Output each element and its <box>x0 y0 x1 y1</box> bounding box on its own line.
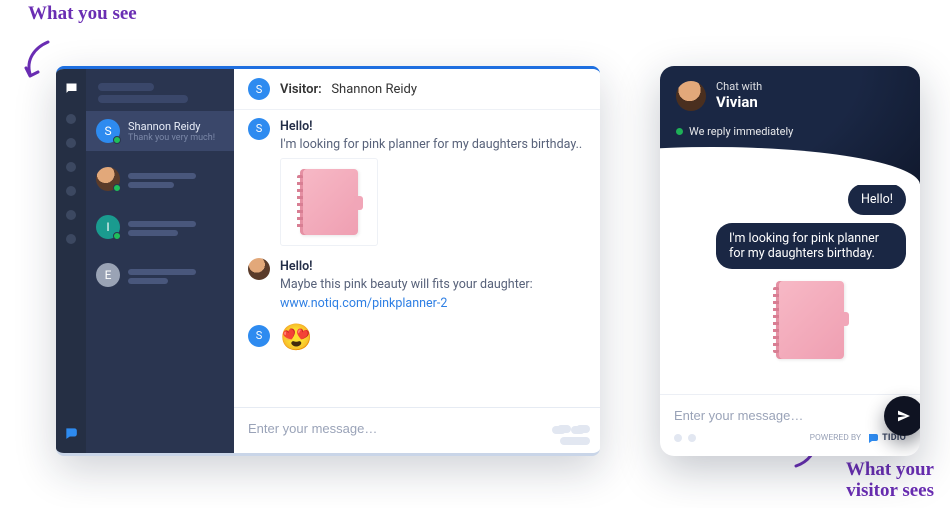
conversation-item-active[interactable]: S Shannon Reidy Thank you very much! <box>86 111 234 151</box>
message-visitor: S 😍 <box>248 325 586 352</box>
avatar: S <box>248 118 270 140</box>
tidio-logo-icon <box>64 426 78 443</box>
message-operator: Hello! Maybe this pink beauty will fits … <box>248 258 586 312</box>
input-actions <box>560 437 590 445</box>
visitor-name: Shannon Reidy <box>331 82 417 97</box>
widget-input-area <box>660 394 920 432</box>
header-label: Chat with <box>716 80 762 93</box>
placeholder <box>98 95 188 103</box>
product-image[interactable] <box>280 158 378 246</box>
message-text: Maybe this pink beauty will fits your da… <box>280 276 586 294</box>
message-text: Hello! <box>280 118 586 136</box>
conversation-preview: Thank you very much! <box>128 133 215 143</box>
widget-body: Hello! I'm looking for pink planner for … <box>660 184 920 394</box>
powered-by-label: POWERED BY <box>810 433 862 443</box>
placeholder <box>98 83 154 91</box>
widget-message-input[interactable] <box>674 408 906 423</box>
avatar: S <box>96 119 120 143</box>
conversation-name: Shannon Reidy <box>128 120 215 133</box>
product-image[interactable] <box>776 281 844 359</box>
annotation-what-visitor-sees: What your visitor sees <box>846 460 934 502</box>
avatar: I <box>96 215 120 239</box>
operator-name: Vivian <box>716 93 762 111</box>
conversation-item[interactable]: E <box>86 255 234 295</box>
avatar <box>96 167 120 191</box>
rail-item[interactable] <box>66 210 76 220</box>
rail-item[interactable] <box>66 162 76 172</box>
message-link[interactable]: www.notiq.com/pinkplanner-2 <box>280 296 447 311</box>
avatar: S <box>248 78 270 100</box>
widget-footer: POWERED BY TIDIO <box>660 432 920 456</box>
chat-body: S Hello! I'm looking for pink planner fo… <box>234 110 600 407</box>
chat-header: S Visitor: Shannon Reidy <box>234 69 600 110</box>
reply-status: We reply immediately <box>676 125 904 138</box>
message-text: I'm looking for pink planner for my daug… <box>280 136 586 154</box>
visitor-widget: Chat with Vivian We reply immediately He… <box>660 66 920 456</box>
widget-header: Chat with Vivian We reply immediately <box>660 66 920 184</box>
operator-input-area <box>234 407 600 453</box>
avatar: S <box>248 325 270 347</box>
rail-item[interactable] <box>66 114 76 124</box>
message-visitor: S Hello! I'm looking for pink planner fo… <box>248 118 586 246</box>
conversation-list: S Shannon Reidy Thank you very much! I E <box>86 69 234 453</box>
input-actions <box>557 425 590 433</box>
operator-panel: S Shannon Reidy Thank you very much! I E… <box>56 66 600 456</box>
chat-icon[interactable] <box>64 81 79 100</box>
rail-item[interactable] <box>66 234 76 244</box>
operator-chat: S Visitor: Shannon Reidy S Hello! I'm lo… <box>234 69 600 453</box>
rail-item[interactable] <box>66 138 76 148</box>
operator-avatar <box>676 81 706 111</box>
message-input[interactable] <box>248 421 586 436</box>
rail-item[interactable] <box>66 186 76 196</box>
emoji-heart-eyes-icon: 😍 <box>280 323 312 353</box>
operator-nav-rail <box>56 69 86 453</box>
avatar: E <box>96 263 120 287</box>
conversation-item[interactable] <box>86 159 234 199</box>
send-button[interactable] <box>884 396 920 436</box>
visitor-bubble: I'm looking for pink planner for my daug… <box>716 223 906 269</box>
annotation-what-you-see: What you see <box>28 4 137 25</box>
visitor-bubble: Hello! <box>848 184 906 215</box>
conversation-item[interactable]: I <box>86 207 234 247</box>
message-text: Hello! <box>280 258 586 276</box>
avatar <box>248 258 270 280</box>
visitor-label: Visitor: <box>280 82 322 97</box>
